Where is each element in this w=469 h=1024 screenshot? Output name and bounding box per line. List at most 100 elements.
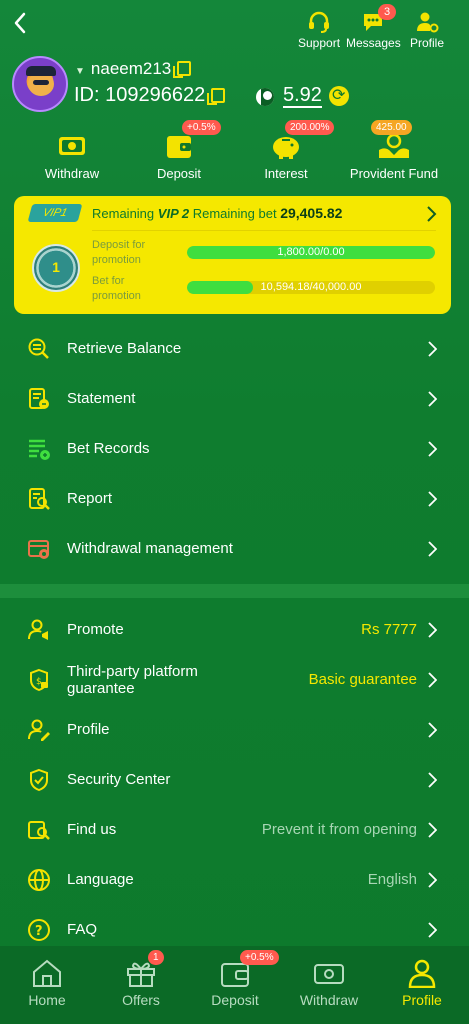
- quick-withdraw-button[interactable]: Withdraw: [27, 132, 117, 181]
- messages-button[interactable]: Messages 3: [346, 4, 401, 50]
- chevron-right-icon: [428, 341, 438, 357]
- quick-provident-fund-button[interactable]: 425.00 Provident Fund: [346, 120, 442, 181]
- chevron-right-icon: [428, 922, 438, 938]
- vip-divider: [92, 230, 436, 231]
- chevron-right-icon: [428, 822, 438, 838]
- balance-amount: 5.92: [283, 84, 322, 108]
- menu-withdrawal-management-label: Withdrawal management: [67, 540, 233, 557]
- profile-top-button[interactable]: Profile: [410, 10, 444, 50]
- nav-home[interactable]: Home: [0, 958, 94, 1008]
- menu-profile[interactable]: Profile: [0, 705, 469, 755]
- menu-security-center[interactable]: Security Center: [0, 755, 469, 805]
- avatar[interactable]: [12, 56, 68, 112]
- menu-third-party-guarantee[interactable]: $ Third-party platform guarantee Basic g…: [0, 655, 469, 705]
- menu-language-label: Language: [67, 871, 134, 888]
- menu-third-party-label-line1: Third-party platform: [67, 663, 198, 680]
- vip-remaining-line: Remaining VIP 2 Remaining bet 29,405.82: [92, 205, 342, 221]
- menu-promote[interactable]: Promote Rs 7777: [0, 605, 469, 655]
- report-search-icon: [27, 487, 51, 511]
- menu-withdrawal-management[interactable]: Withdrawal management: [0, 524, 469, 574]
- headset-icon: [307, 10, 331, 34]
- gift-icon: 1: [124, 950, 164, 988]
- user-gear-icon: [415, 10, 439, 34]
- avatar-sunglasses: [33, 80, 49, 85]
- vip-remaining-prefix: Remaining: [92, 206, 155, 221]
- chevron-right-icon: [428, 872, 438, 888]
- vip-chevron-right-icon[interactable]: [425, 204, 437, 224]
- nav-offers[interactable]: 1 Offers: [94, 950, 188, 1008]
- copy-icon[interactable]: [173, 61, 192, 78]
- bet-promotion-label-line2: promotion: [92, 290, 141, 302]
- menu-retrieve-balance[interactable]: Retrieve Balance: [0, 324, 469, 374]
- top-bar: Support Messages 3 Profile: [0, 0, 469, 56]
- wallet-icon: +0.5%: [218, 950, 279, 988]
- nav-deposit[interactable]: +0.5% Deposit: [188, 950, 282, 1008]
- chevron-right-icon: [428, 672, 438, 688]
- quick-provident-fund-label: Provident Fund: [349, 166, 439, 181]
- nav-deposit-label: Deposit: [211, 992, 259, 1008]
- support-button[interactable]: Support: [298, 10, 340, 50]
- avatar-hat: [26, 66, 56, 76]
- menu-report[interactable]: Report: [0, 474, 469, 524]
- svg-text:?: ?: [35, 924, 43, 939]
- menu-statement[interactable]: Statement: [0, 374, 469, 424]
- messages-badge: 3: [378, 4, 397, 20]
- home-icon: [30, 958, 64, 988]
- chevron-right-icon: [428, 622, 438, 638]
- nav-profile[interactable]: Profile: [375, 958, 469, 1008]
- deposit-progress-bar: 1,800.00/0.00: [187, 246, 435, 259]
- piggy-bank-icon: 200.00%: [269, 120, 335, 160]
- menu-retrieve-balance-label: Retrieve Balance: [67, 340, 182, 357]
- menu-security-center-label: Security Center: [67, 771, 171, 788]
- section-divider: [0, 584, 469, 598]
- back-arrow-icon[interactable]: [10, 10, 32, 36]
- hands-coin-icon: 425.00: [371, 120, 412, 160]
- quick-deposit-button[interactable]: +0.5% Deposit: [134, 120, 224, 181]
- menu-find-us[interactable]: Find us Prevent it from opening: [0, 805, 469, 855]
- svg-text:$: $: [36, 677, 42, 687]
- pakistan-flag-icon: [256, 88, 274, 106]
- deposit-promotion-label: Deposit for promotion: [92, 238, 145, 268]
- wallet-icon: +0.5%: [162, 120, 221, 160]
- quick-interest-label: Interest: [264, 166, 308, 181]
- question-circle-icon: ?: [27, 918, 51, 942]
- support-label: Support: [298, 36, 341, 50]
- refresh-icon[interactable]: [329, 85, 349, 106]
- username-row: ▼ naeem213: [75, 59, 192, 79]
- profile-page: Support Messages 3 Profile ▼ naeem213 ID:…: [0, 0, 469, 1024]
- vip-remaining-bet-label: Remaining bet: [192, 206, 277, 221]
- menu-language-value: English: [367, 871, 417, 888]
- vip-next-level: VIP 2: [157, 206, 190, 221]
- menu-report-label: Report: [67, 490, 113, 507]
- shield-check-icon: [27, 768, 51, 792]
- vip-card[interactable]: VIP1 Remaining VIP 2 Remaining bet 29,40…: [14, 196, 451, 314]
- find-search-icon: [27, 818, 51, 842]
- bet-promotion-label: Bet for promotion: [92, 274, 141, 304]
- nav-offers-badge: 1: [148, 950, 164, 965]
- megaphone-user-icon: [27, 618, 51, 642]
- quick-deposit-label: Deposit: [156, 166, 202, 181]
- vip-medal-level: 1: [52, 259, 60, 275]
- id-value: 109296622: [105, 84, 206, 106]
- globe-icon: [27, 868, 51, 892]
- chevron-right-icon: [428, 391, 438, 407]
- deposit-promotion-label-line1: Deposit for: [92, 239, 146, 251]
- quick-provident-fund-badge: 425.00: [371, 120, 412, 135]
- bet-progress-bar: 10,594.18/40,000.00: [187, 281, 435, 294]
- menu-language[interactable]: Language English: [0, 855, 469, 905]
- shield-lock-icon: $: [27, 668, 51, 692]
- bottom-navigation: Home 1 Offers +0.5% Deposit Withdraw Pro…: [0, 946, 469, 1024]
- search-coin-icon: [27, 337, 51, 361]
- user-edit-icon: [27, 718, 51, 742]
- quick-interest-button[interactable]: 200.00% Interest: [241, 120, 335, 181]
- nav-withdraw[interactable]: Withdraw: [282, 958, 376, 1008]
- dropdown-triangle-icon[interactable]: ▼: [75, 66, 85, 77]
- nav-withdraw-label: Withdraw: [299, 992, 359, 1008]
- menu-bet-records[interactable]: Bet Records: [0, 424, 469, 474]
- chevron-right-icon: [428, 722, 438, 738]
- copy-id-icon[interactable]: [207, 88, 226, 105]
- vip-level-tag: VIP1: [27, 204, 83, 222]
- card-gear-icon: [27, 537, 51, 561]
- menu-find-us-value: Prevent it from opening: [261, 821, 417, 838]
- deposit-promotion-label-line2: promotion: [92, 254, 141, 266]
